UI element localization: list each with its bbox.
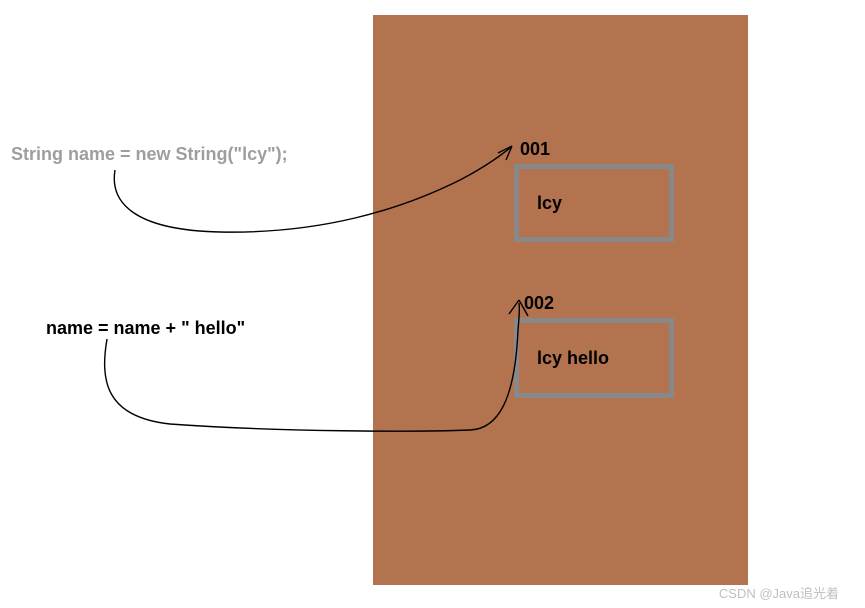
heap-object-1: lcy [514, 164, 674, 242]
code-line-1: String name = new String("lcy"); [11, 144, 288, 165]
code-line-2: name = name + " hello" [46, 318, 245, 339]
heap-object-2: lcy hello [514, 318, 674, 398]
heap-object-2-value: lcy hello [537, 348, 609, 369]
watermark: CSDN @Java追光着 [719, 583, 839, 602]
diagram-stage: String name = new String("lcy"); name = … [0, 0, 865, 608]
address-label-2: 002 [524, 293, 554, 314]
heap-object-1-value: lcy [537, 193, 562, 214]
address-label-1: 001 [520, 139, 550, 160]
heap-region [373, 15, 748, 585]
